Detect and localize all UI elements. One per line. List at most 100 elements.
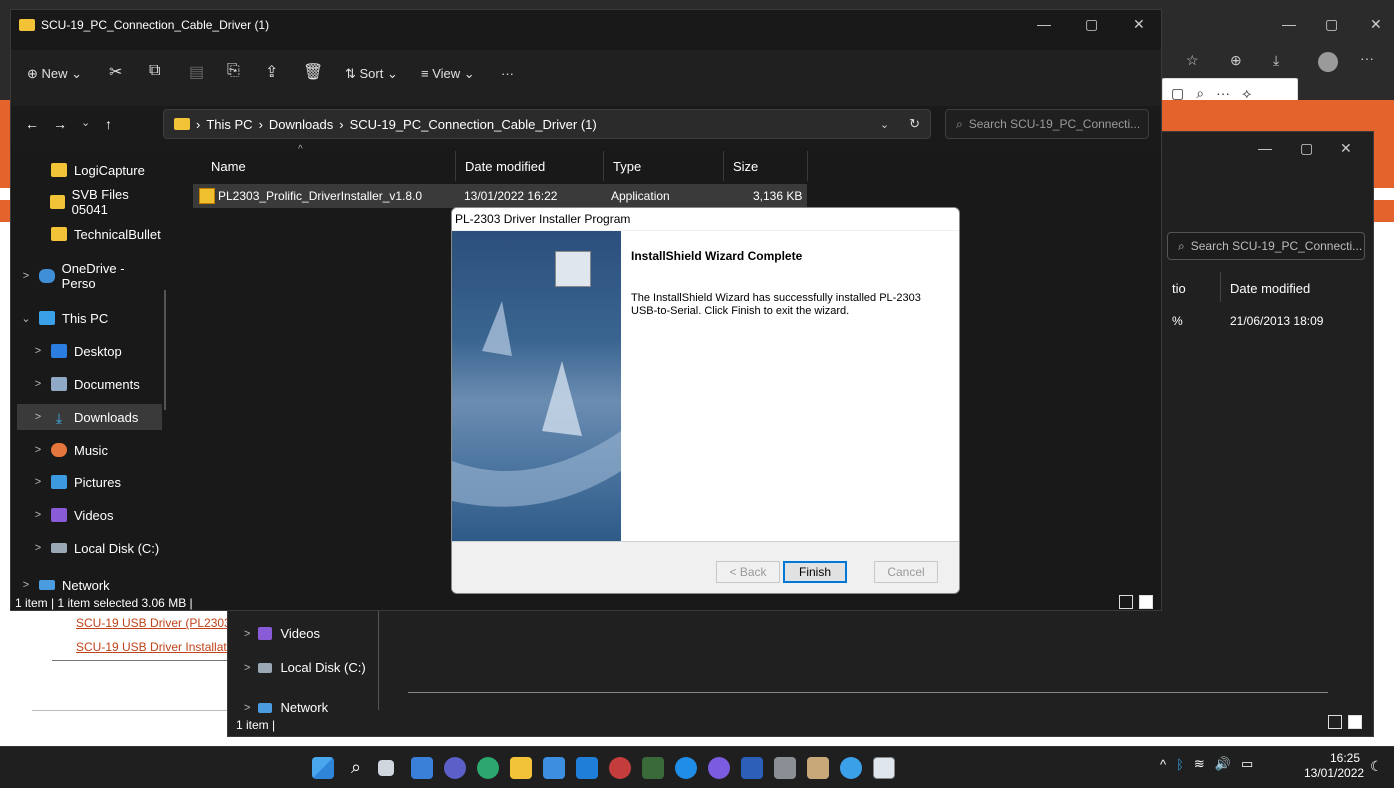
task-view-icon[interactable] [378,760,394,776]
tiles-view-icon[interactable] [1348,715,1362,729]
nav-item-onedrive[interactable]: > OneDrive - Perso [11,261,161,291]
back-button[interactable]: < Back [716,561,780,583]
cut-icon[interactable]: ✂ [109,62,122,82]
address-dropdown-icon[interactable]: ⌄ [880,118,889,131]
details-view-icon[interactable] [1119,595,1133,609]
nav-item-network[interactable]: > Network [244,700,328,715]
copy-icon[interactable]: ⧉ [149,62,160,80]
nav-item-videos[interactable]: > Videos [244,626,320,641]
more-button[interactable]: ··· [501,66,514,81]
column-header-name[interactable]: Name [211,159,246,174]
app-red-icon[interactable] [609,757,631,779]
close-button[interactable]: ✕ [1340,140,1352,157]
nav-item-this-pc[interactable]: ⌄ This PC [11,305,161,331]
view-button[interactable]: ≡ View ⌄ [421,66,475,82]
nav-scrollbar[interactable] [164,290,166,410]
chevron-up-icon[interactable]: ^ [1160,757,1166,772]
edge-browser-icon[interactable] [477,757,499,779]
column-header-type[interactable]: Type [613,159,641,174]
minimize-button[interactable]: — [1037,16,1051,32]
column-header-size[interactable]: Size [733,159,758,174]
table-row[interactable]: PL2303_Prolific_DriverInstaller_v1.8.0 1… [193,184,807,208]
download-icon[interactable]: ⤓ [1273,52,1279,69]
refresh-icon[interactable]: ↻ [909,116,920,132]
breadcrumb-this-pc[interactable]: This PC [206,117,252,132]
widgets-icon[interactable] [411,757,433,779]
nav-item-desktop[interactable]: > Desktop [11,338,161,364]
clock[interactable]: 16:25 13/01/2022 [1304,751,1364,781]
more-icon[interactable]: ··· [1216,85,1230,101]
word-icon[interactable] [741,757,763,779]
system-tray[interactable]: ^ ᛒ ≋ 🔊 ▭ [1160,756,1253,772]
paint-icon[interactable] [840,757,862,779]
nav-item-technicalbullet[interactable]: TechnicalBullet [11,221,161,247]
profile-avatar[interactable] [1318,52,1338,72]
forward-arrow-icon[interactable]: → [53,116,67,132]
monitor-app-icon[interactable] [642,757,664,779]
browser-minimize-button[interactable]: — [1282,16,1296,32]
app-tan-icon[interactable] [807,757,829,779]
breadcrumb-current-folder[interactable]: SCU-19_PC_Connection_Cable_Driver (1) [350,117,597,132]
maximize-button[interactable]: ▢ [1300,140,1313,157]
column-header-date[interactable]: Date modified [1230,281,1310,296]
battery-icon[interactable]: ▭ [1241,756,1253,772]
new-button[interactable]: ⊕ New ⌄ [27,66,82,82]
finish-button[interactable]: Finish [783,561,847,583]
notification-icon[interactable]: ☾ [1370,758,1383,775]
app-purple-icon[interactable] [708,757,730,779]
breadcrumb-downloads[interactable]: Downloads [269,117,333,132]
close-button[interactable]: ✕ [1133,16,1145,33]
nav-item-logicapture[interactable]: LogiCapture [11,157,161,183]
nav-item-documents[interactable]: > Documents [11,371,161,397]
start-windows-icon[interactable] [312,757,334,779]
nav-item-videos[interactable]: > Videos [11,502,161,528]
recent-chevron-icon[interactable]: ⌄ [81,116,90,129]
address-bar[interactable]: › This PC › Downloads › SCU-19_PC_Connectio… [163,109,931,139]
back-arrow-icon[interactable]: ← [25,116,39,132]
bluetooth-icon[interactable]: ᛒ [1176,757,1184,772]
file-explorer-icon[interactable] [510,757,532,779]
favorites-star-icon[interactable]: ☆ [1186,52,1199,69]
minimize-button[interactable]: — [1258,140,1272,156]
store-icon[interactable] [543,757,565,779]
sort-button[interactable]: ⇅ Sort ⌄ [345,66,398,82]
delete-icon[interactable]: 🗑 [303,62,323,82]
nav-item-pictures[interactable]: > Pictures [11,469,161,495]
installer-taskbar-icon[interactable] [873,757,895,779]
teamviewer-icon[interactable] [675,757,697,779]
chat-icon[interactable] [444,757,466,779]
nav-item-downloads[interactable]: > ⤓ Downloads [17,404,162,430]
wifi-icon[interactable]: ≋ [1194,756,1205,772]
share-icon[interactable]: ⇪ [265,62,278,82]
nav-item-local-disk[interactable]: > Local Disk (C:) [244,660,366,675]
search-input-back[interactable]: ⌕ Search SCU-19_PC_Connecti... [1167,232,1365,260]
up-arrow-icon[interactable]: ↑ [105,116,112,132]
browser-close-button[interactable]: ✕ [1370,16,1382,33]
pin-icon[interactable]: ⟡ [1242,85,1251,102]
browser-more-button[interactable]: ··· [1360,50,1374,66]
nav-item-local-disk[interactable]: > Local Disk (C:) [11,535,161,561]
app-gray-icon[interactable] [774,757,796,779]
mail-icon[interactable] [576,757,598,779]
nav-item-svb-files[interactable]: SVB Files 05041 [11,187,161,217]
nav-item-network[interactable]: > Network [11,576,161,594]
link-scu19-driver[interactable]: SCU-19 USB Driver (PL2303) [76,616,235,630]
installer-dialog[interactable]: PL-2303 Driver Installer Program Install… [451,207,960,594]
folder-icon[interactable]: ▢ [1171,85,1184,102]
column-header-date[interactable]: Date modified [465,159,545,174]
paste-icon[interactable]: ▤ [189,62,204,82]
tiles-view-icon[interactable] [1139,595,1153,609]
details-view-icon[interactable] [1328,715,1342,729]
rename-icon[interactable]: ⎘ [227,62,240,80]
cancel-button[interactable]: Cancel [874,561,938,583]
collections-icon[interactable]: ⊕ [1230,52,1242,69]
browser-maximize-button[interactable]: ▢ [1325,16,1338,33]
search-input[interactable]: ⌕ Search SCU-19_PC_Connecti... [945,109,1149,139]
link-scu19-installation[interactable]: SCU-19 USB Driver Installation [76,640,243,654]
search-icon[interactable]: ⌕ [1196,85,1204,102]
column-header-ratio[interactable]: tio [1172,281,1186,296]
volume-icon[interactable]: 🔊 [1215,756,1231,772]
search-icon[interactable]: ⌕ [345,757,367,779]
nav-item-music[interactable]: > Music [11,437,161,463]
maximize-button[interactable]: ▢ [1085,16,1098,33]
